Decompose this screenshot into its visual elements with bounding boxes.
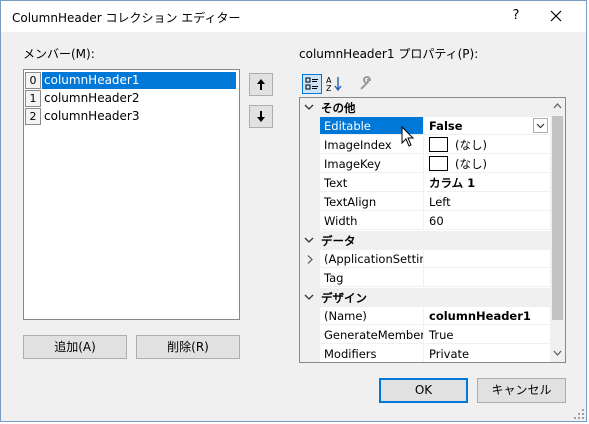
categorized-view-icon — [305, 77, 318, 90]
property-value[interactable]: Left — [425, 193, 550, 211]
item-index: 2 — [25, 108, 41, 125]
item-index: 0 — [25, 72, 41, 89]
resize-grip-icon[interactable] — [573, 408, 585, 420]
property-row-name[interactable]: (Name) columnHeader1 — [300, 307, 550, 326]
move-up-button[interactable] — [249, 73, 273, 96]
members-label: メンバー(M): — [23, 47, 95, 61]
categorized-view-button[interactable] — [302, 74, 322, 94]
property-value[interactable]: 60 — [425, 212, 550, 230]
arrow-down-icon — [257, 111, 265, 122]
category-data[interactable]: データ — [300, 231, 550, 250]
ok-button[interactable]: OK — [379, 378, 468, 403]
property-value[interactable]: True — [425, 326, 550, 344]
property-row-editable[interactable]: Editable False — [300, 117, 550, 136]
item-index: 1 — [25, 90, 41, 107]
property-value[interactable]: False — [425, 117, 550, 135]
property-name: (ApplicationSettings) — [320, 250, 424, 268]
property-value[interactable] — [425, 269, 550, 287]
category-label: データ — [321, 234, 356, 248]
property-row-text[interactable]: Text カラム 1 — [300, 174, 550, 193]
members-list[interactable]: 0 columnHeader1 1 columnHeader2 2 column… — [23, 69, 240, 320]
property-name: Tag — [320, 269, 424, 287]
property-name: (Name) — [320, 307, 424, 325]
chevron-down-icon — [304, 104, 314, 110]
image-swatch — [429, 156, 448, 171]
add-button[interactable]: 追加(A) — [23, 335, 127, 359]
vertical-scrollbar[interactable] — [550, 98, 565, 362]
title-bar: ColumnHeader コレクション エディター ? — [1, 1, 586, 32]
move-down-button[interactable] — [249, 105, 273, 128]
property-name: GenerateMember — [320, 326, 424, 344]
property-name: Modifiers — [320, 345, 424, 362]
property-value[interactable]: カラム 1 — [425, 174, 550, 192]
item-name: columnHeader3 — [44, 109, 140, 123]
help-button[interactable]: ? — [506, 6, 526, 26]
image-swatch — [429, 137, 448, 152]
scroll-down-icon[interactable] — [552, 348, 563, 358]
remove-button[interactable]: 削除(R) — [136, 335, 240, 359]
svg-text:Z: Z — [326, 84, 332, 93]
category-misc[interactable]: その他 — [300, 98, 550, 117]
close-icon — [550, 10, 562, 22]
property-value[interactable]: (なし) — [425, 155, 550, 173]
property-row-imageindex[interactable]: ImageIndex (なし) — [300, 136, 550, 155]
collection-editor-dialog: ColumnHeader コレクション エディター ? メンバー(M): 0 c… — [0, 0, 587, 422]
scroll-thumb[interactable] — [552, 116, 563, 320]
property-row-width[interactable]: Width 60 — [300, 212, 550, 231]
property-row-modifiers[interactable]: Modifiers Private — [300, 345, 550, 362]
property-value[interactable]: columnHeader1 — [425, 307, 550, 325]
property-name: ImageKey — [320, 155, 424, 173]
dialog-title: ColumnHeader コレクション エディター — [12, 11, 241, 25]
property-grid[interactable]: その他 Editable False ImageIndex (なし) Image… — [299, 97, 566, 363]
cancel-button[interactable]: キャンセル — [477, 378, 566, 403]
wrench-icon — [360, 76, 372, 90]
list-item[interactable]: 2 columnHeader3 — [25, 108, 238, 125]
chevron-down-icon — [304, 237, 314, 243]
property-row-textalign[interactable]: TextAlign Left — [300, 193, 550, 212]
category-design[interactable]: デザイン — [300, 288, 550, 307]
property-name: TextAlign — [320, 193, 424, 211]
category-label: その他 — [321, 101, 356, 115]
item-name: columnHeader2 — [44, 91, 140, 105]
property-row-imagekey[interactable]: ImageKey (なし) — [300, 155, 550, 174]
property-row-applicationsettings[interactable]: (ApplicationSettings) — [300, 250, 550, 269]
property-name: Width — [320, 212, 424, 230]
list-item[interactable]: 0 columnHeader1 — [25, 72, 238, 89]
properties-label: columnHeader1 プロパティ(P): — [299, 47, 479, 61]
property-value[interactable] — [425, 250, 550, 268]
list-item[interactable]: 1 columnHeader2 — [25, 90, 238, 107]
property-value[interactable]: Private — [425, 345, 550, 362]
alphabetical-sort-button[interactable]: A Z — [324, 74, 344, 94]
arrow-up-icon — [257, 79, 265, 90]
mouse-cursor-icon — [401, 126, 415, 147]
property-row-tag[interactable]: Tag — [300, 269, 550, 288]
scroll-up-icon[interactable] — [552, 101, 563, 111]
category-label: デザイン — [321, 291, 367, 305]
property-pages-button[interactable] — [355, 74, 375, 94]
close-button[interactable] — [546, 6, 566, 26]
item-name: columnHeader1 — [42, 72, 236, 89]
property-value[interactable]: (なし) — [425, 136, 550, 154]
property-row-generatemember[interactable]: GenerateMember True — [300, 326, 550, 345]
dropdown-button[interactable] — [533, 118, 548, 133]
property-name: Text — [320, 174, 424, 192]
chevron-down-icon — [304, 294, 314, 300]
chevron-down-icon — [536, 123, 545, 129]
alphabetical-sort-icon: A Z — [326, 76, 342, 93]
chevron-right-icon[interactable] — [305, 254, 315, 265]
